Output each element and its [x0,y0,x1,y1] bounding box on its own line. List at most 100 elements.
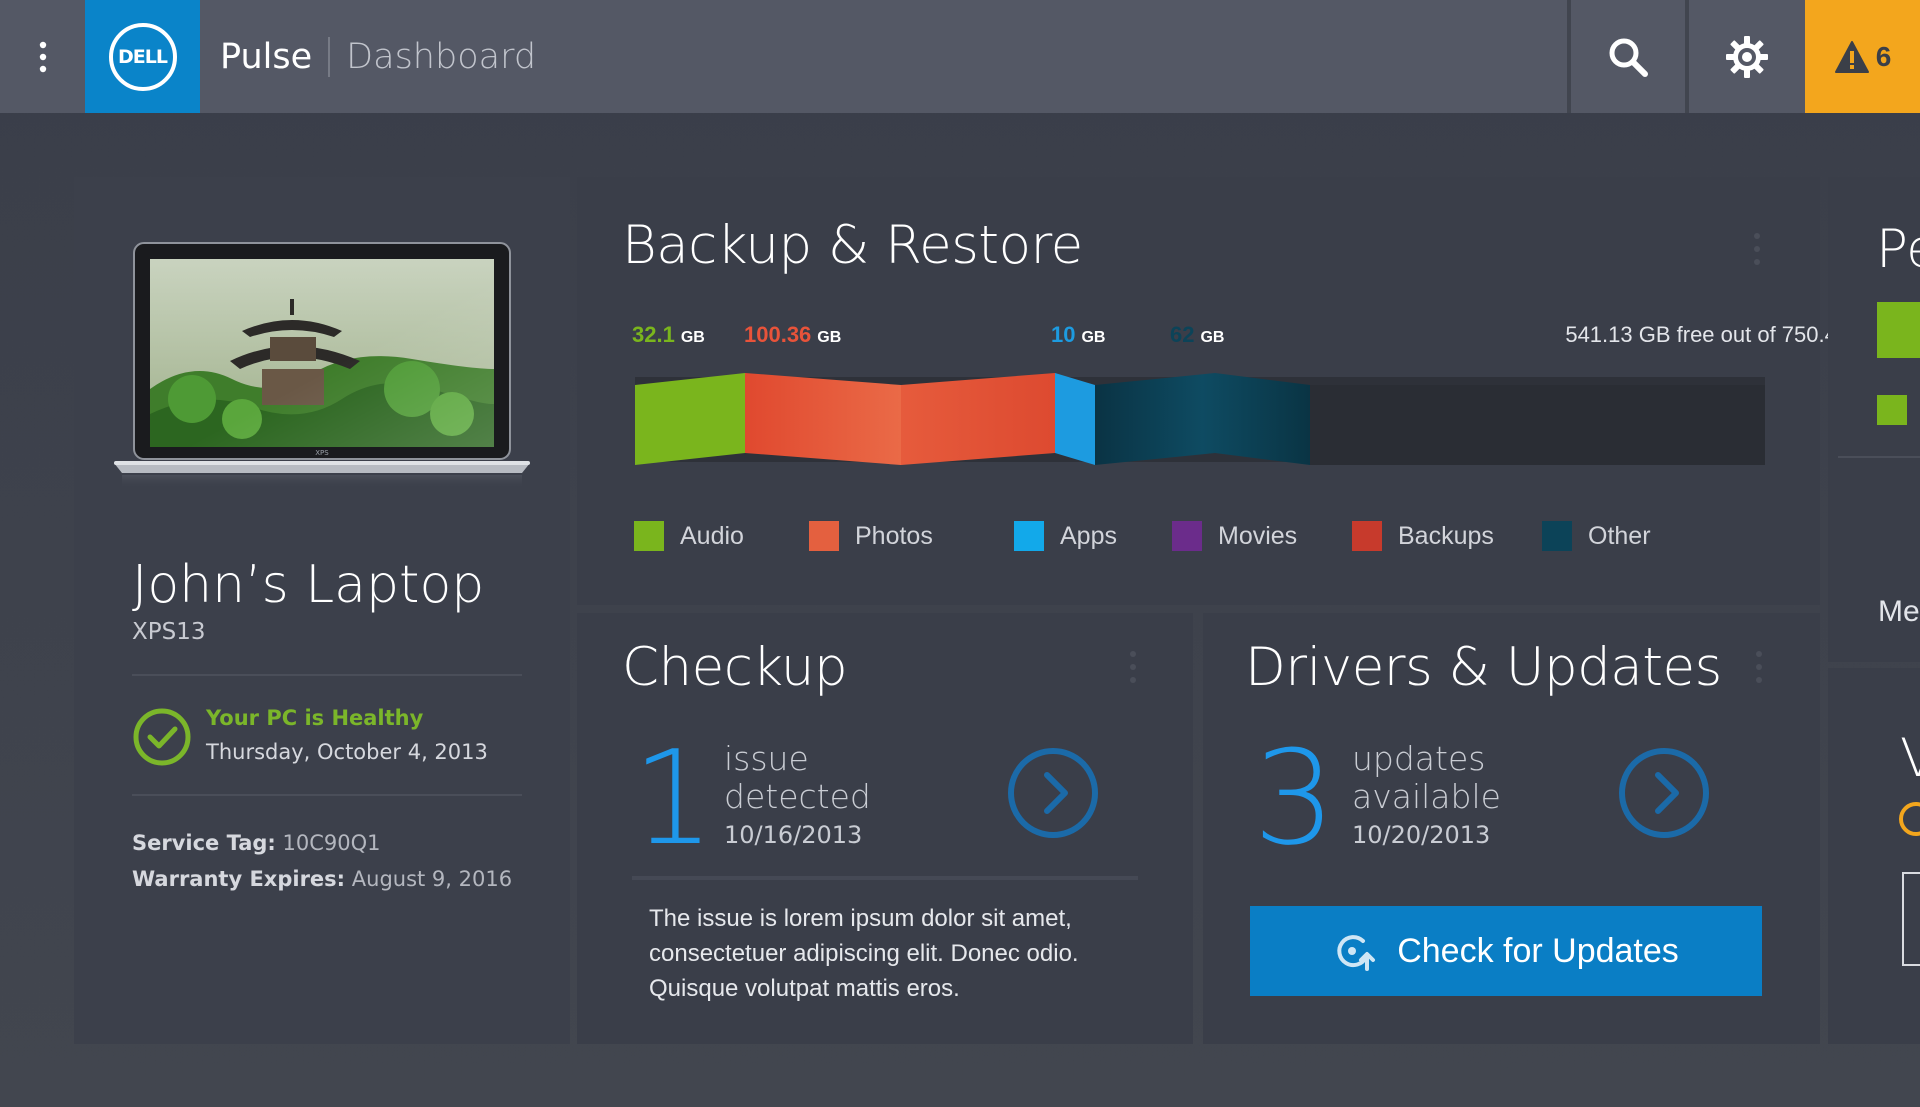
laptop-brand: XPS [315,449,329,457]
page-title: Dashboard [346,36,537,77]
unit: GB [1081,329,1106,346]
audio-size-label: 32.1 GB [632,322,705,348]
check-for-updates-button[interactable]: Check for Updates [1250,906,1762,996]
storage-usage-bar [635,373,1765,465]
partial-green-swatch [1877,395,1907,425]
check-for-updates-label: Check for Updates [1397,931,1679,970]
bar-segment-photos-a [745,373,901,465]
bar-segment-other [1095,373,1310,465]
update-label-2: available [1352,777,1501,816]
legend-audio[interactable]: Audio [634,521,744,551]
issue-label-1: issue [724,739,809,778]
unit: GB [680,329,705,346]
legend-swatch [1014,521,1044,551]
issue-date: 10/16/2013 [724,821,863,849]
panel-options-icon[interactable] [1130,651,1136,683]
device-panel: XPS John’s Laptop XPS13 Your PC is Healt… [74,177,570,1044]
apps-size: 10 [1051,322,1076,347]
breadcrumb: Pulse Dashboard [220,0,536,113]
warranty-label: Warranty Expires: [132,867,346,891]
bar-segment-free [1310,385,1765,465]
refresh-update-icon [1337,935,1376,971]
divider [632,876,1138,880]
chevron-right-icon[interactable] [1618,747,1710,839]
divider [1838,456,1920,458]
device-model: XPS13 [132,619,206,645]
partial-box [1902,872,1920,966]
legend-swatch [1542,521,1572,551]
legend-swatch [1352,521,1382,551]
check-circle-icon [133,708,191,766]
legend-swatch [1172,521,1202,551]
service-tag-row: Service Tag: 10C90Q1 [132,831,381,855]
issue-description: The issue is lorem ipsum dolor sit amet,… [649,905,1079,1002]
update-count: 3 [1253,722,1336,874]
laptop-image: XPS [114,242,530,489]
settings-button[interactable] [1689,0,1805,113]
dell-logo[interactable]: DELL [85,0,200,113]
partial-label: Me [1878,595,1920,628]
divider [132,794,522,796]
alert-count: 6 [1875,40,1892,72]
logo-text: DELL [118,45,168,68]
app-name[interactable]: Pulse [220,37,312,77]
legend-label: Movies [1218,521,1298,550]
service-tag-label: Service Tag: [132,831,276,855]
unit: GB [817,329,842,346]
legend-other[interactable]: Other [1542,521,1651,551]
other-size-label: 62 GB [1170,322,1224,348]
apps-size-label: 10 GB [1051,322,1105,348]
partial-panel-title-2: V [1900,728,1920,789]
chevron-right-icon[interactable] [1007,747,1099,839]
legend-label: Apps [1060,521,1117,550]
issue-count: 1 [632,722,715,874]
legend-label: Backups [1398,521,1494,550]
device-name: John’s Laptop [132,555,485,615]
logo-ring: DELL [108,22,177,91]
partial-panel-top: Pe Me [1828,177,1920,662]
search-icon [1609,38,1648,77]
menu-icon [39,41,46,72]
bar-segment-apps [1055,373,1095,465]
panel-options-icon[interactable] [1756,651,1762,683]
partial-panel-bottom: V [1828,668,1920,1044]
bar-segment-audio [635,373,745,465]
update-date: 10/20/2013 [1352,821,1491,849]
warning-icon [1834,40,1869,73]
photos-size-label: 100.36 GB [744,322,841,348]
legend-swatch [809,521,839,551]
update-label-1: updates [1352,739,1486,778]
warranty-value: August 9, 2016 [351,867,513,891]
gear-icon [1726,35,1768,78]
top-bar: DELL Pulse Dashboard 6 [0,0,1920,113]
search-button[interactable] [1571,0,1685,113]
warning-icon [1899,802,1920,836]
health-date: Thursday, October 4, 2013 [206,740,488,764]
drivers-updates-panel: Drivers & Updates 3 updates available 10… [1203,613,1820,1044]
legend-movies[interactable]: Movies [1172,521,1297,551]
free-space-text: 541.13 GB free out of 750.42 GB [1565,322,1887,347]
audio-size: 32.1 [632,322,675,347]
legend-label: Audio [680,521,744,550]
health-status: Your PC is Healthy [206,706,424,730]
panel-options-icon[interactable] [1754,233,1760,265]
issue-label-2: detected [724,777,871,816]
menu-button[interactable] [0,0,85,113]
checkup-panel: Checkup 1 issue detected 10/16/2013 The … [577,613,1193,1044]
legend-backups[interactable]: Backups [1352,521,1494,551]
service-tag-value: 10C90Q1 [282,831,381,855]
bar-segment-photos-b [901,373,1055,465]
other-size: 62 [1170,322,1195,347]
legend-photos[interactable]: Photos [809,521,933,551]
legend-apps[interactable]: Apps [1014,521,1117,551]
partial-green-bar [1877,302,1920,358]
warranty-row: Warranty Expires: August 9, 2016 [132,867,512,891]
checkup-title: Checkup [622,637,848,698]
drivers-title: Drivers & Updates [1245,637,1722,698]
partial-panel-title: Pe [1876,219,1920,280]
photos-size: 100.36 [744,322,812,347]
alerts-button[interactable]: 6 [1805,0,1920,113]
legend-swatch [634,521,664,551]
breadcrumb-separator [328,36,331,77]
legend-label: Other [1588,521,1651,550]
